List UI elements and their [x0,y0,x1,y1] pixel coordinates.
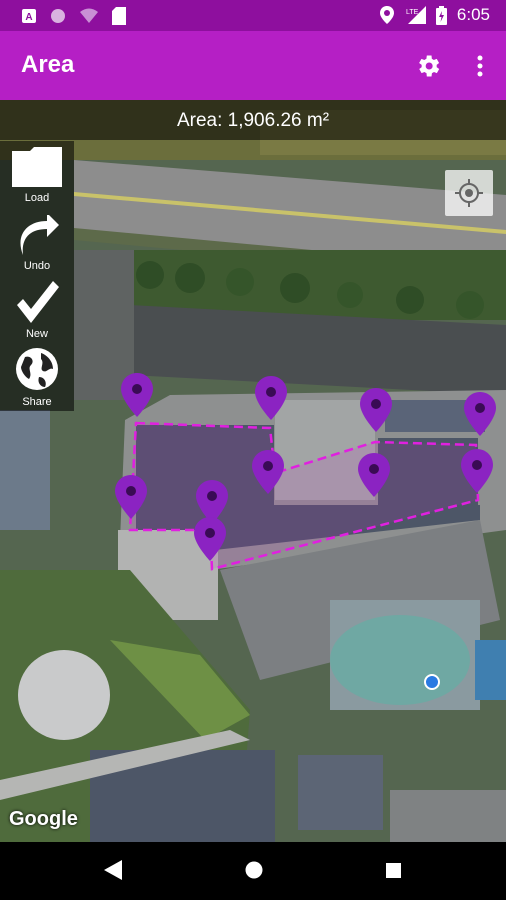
map-marker[interactable] [360,388,392,432]
map-marker[interactable] [194,517,226,561]
new-button[interactable]: New [4,281,70,340]
globe-icon [16,348,58,390]
new-label: New [25,328,48,340]
a-icon: A [22,9,36,23]
sim-icon [112,7,126,25]
battery-icon [435,5,447,25]
map-marker[interactable] [252,450,284,494]
location-icon [379,6,394,24]
circle-icon [51,9,65,23]
crosshair-icon [455,179,483,207]
undo-icon [20,213,59,255]
my-location-button[interactable] [445,170,493,216]
map-marker[interactable] [115,475,147,519]
more-vert-icon[interactable] [470,51,490,81]
map-marker[interactable] [121,373,153,417]
lte-signal-icon: LTE [406,6,426,24]
undo-label: Undo [23,260,51,272]
app-bar: Area [0,31,506,100]
check-icon [17,281,59,323]
gear-icon[interactable] [414,52,442,80]
status-left-icons: A [22,7,126,25]
satellite-map[interactable] [0,100,506,842]
recent-apps-icon[interactable] [386,863,401,878]
folder-icon [12,147,62,187]
load-button[interactable]: Load [4,147,70,204]
map-marker[interactable] [358,453,390,497]
app-title: Area [21,51,75,78]
back-icon[interactable] [104,860,122,880]
share-label: Share [22,396,52,408]
share-button[interactable]: Share [4,347,70,408]
load-label: Load [24,192,50,204]
svg-text:A: A [25,12,32,23]
status-time: 6:05 [456,5,490,24]
area-readout: Area: 1,906.26 m² [0,100,506,140]
home-icon[interactable] [245,861,263,879]
undo-button[interactable]: Undo [4,213,70,272]
map-marker[interactable] [255,376,287,420]
tool-panel: Load Undo New Share [0,141,74,411]
status-right-icons: LTE 6:05 [379,5,490,25]
status-bar: A LTE 6:05 [0,0,506,31]
wifi-icon [80,8,98,23]
marker-layer [115,373,496,561]
svg-text:LTE: LTE [406,9,419,16]
google-attribution: Google [9,808,78,830]
map-marker[interactable] [464,392,496,436]
map-marker[interactable] [461,449,493,493]
